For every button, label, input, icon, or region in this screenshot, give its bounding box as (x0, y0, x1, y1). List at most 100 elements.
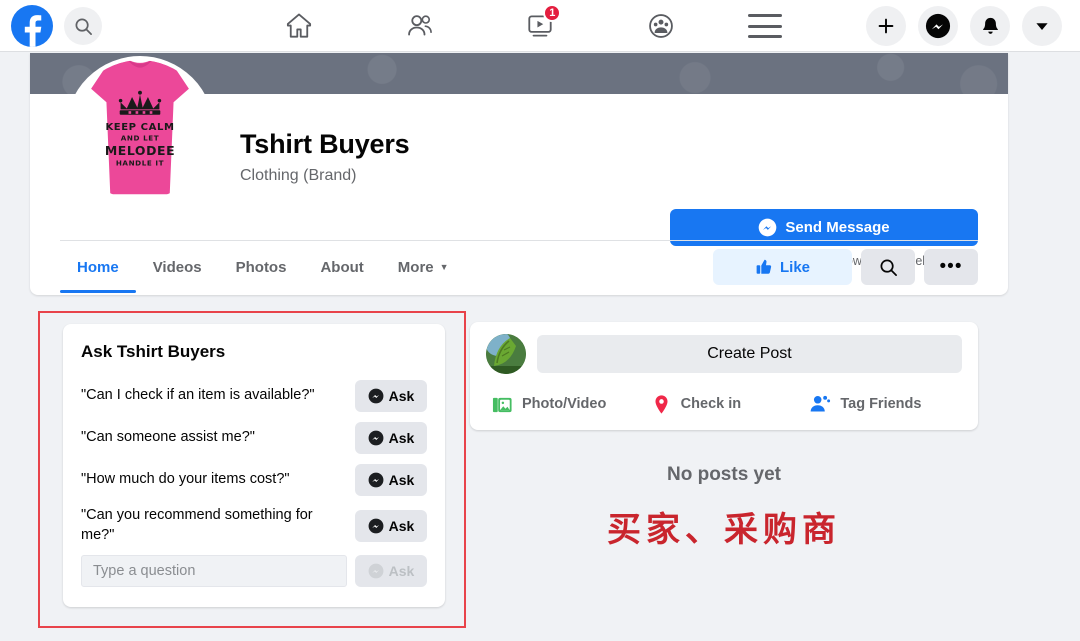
account-menu-button[interactable] (1022, 6, 1062, 46)
send-message-label: Send Message (785, 219, 890, 236)
ask-question-text: "Can you recommend something for me?" (81, 507, 313, 543)
ask-button-label: Ask (388, 472, 415, 488)
ellipsis-icon: ••• (939, 256, 963, 278)
tab-videos[interactable]: Videos (136, 241, 219, 293)
top-navigation-bar: 1 (0, 0, 1080, 52)
ask-card-title: Ask Tshirt Buyers (81, 342, 226, 361)
nav-groups[interactable] (632, 2, 690, 50)
messenger-icon (925, 13, 951, 39)
home-icon (286, 13, 312, 38)
nav-home[interactable] (270, 2, 328, 50)
messenger-icon (759, 218, 777, 237)
messenger-icon (368, 563, 384, 579)
ask-question-input[interactable] (81, 555, 347, 588)
chevron-down-icon (1036, 23, 1048, 30)
ask-submit-label: Ask (388, 563, 415, 580)
feed-column: Create Post Photo/Video Check in Tag Fri… (470, 322, 978, 551)
page-tabs-row: Home Videos Photos About More ▼ Like ••• (60, 240, 978, 295)
tab-photos[interactable]: Photos (219, 241, 304, 293)
create-post-input[interactable]: Create Post (537, 335, 962, 373)
menu-button[interactable] (748, 14, 782, 38)
page-more-options-button[interactable]: ••• (924, 249, 978, 285)
page-tabs: Home Videos Photos About More ▼ (60, 241, 466, 296)
location-pin-icon (655, 394, 668, 414)
create-button[interactable] (866, 6, 906, 46)
nav-watch[interactable]: 1 (511, 2, 569, 50)
create-post-top-row: Create Post (486, 334, 962, 374)
ask-page-card: Ask Tshirt Buyers "Can I check if an ite… (63, 324, 445, 608)
tab-about[interactable]: About (303, 241, 380, 293)
tab-videos-label: Videos (152, 258, 202, 276)
hamburger-menu-icon (748, 14, 782, 17)
ask-button[interactable]: Ask (355, 509, 427, 542)
photo-video-label: Photo/Video (522, 396, 607, 412)
ask-question-row: "Can someone assist me?" Ask (81, 422, 427, 454)
messenger-icon (368, 430, 384, 446)
messenger-icon (368, 518, 384, 533)
tab-about-label: About (320, 258, 364, 276)
ask-question-row: "How much do your items cost?" Ask (81, 464, 427, 496)
ask-button[interactable]: Ask (355, 380, 427, 412)
ask-button-label: Ask (388, 430, 415, 446)
thumbs-up-icon (756, 259, 772, 274)
photo-video-icon (492, 397, 512, 412)
ask-question-row: "Can I check if an item is available?" A… (81, 380, 427, 412)
page-header-card: KEEP CALM AND LET MELODEE HANDLE IT Tshi… (30, 53, 1008, 295)
ask-button[interactable]: Ask (355, 464, 427, 496)
page-search-button[interactable] (861, 249, 915, 285)
tab-home[interactable]: Home (60, 241, 136, 293)
tab-more[interactable]: More ▼ (381, 241, 466, 293)
create-post-placeholder: Create Post (707, 345, 792, 362)
facebook-logo[interactable] (11, 5, 53, 47)
search-icon (75, 18, 92, 35)
no-posts-message: No posts yet (666, 464, 782, 485)
check-in-button[interactable]: Check in (645, 388, 804, 420)
messenger-icon (368, 388, 384, 404)
messenger-button[interactable] (918, 6, 958, 46)
page-title: Tshirt Buyers (240, 129, 410, 159)
like-button[interactable]: Like (713, 249, 852, 285)
tag-friends-label: Tag Friends (840, 396, 922, 412)
page-category: Clothing (Brand) (240, 167, 357, 184)
content-columns: Ask Tshirt Buyers "Can I check if an ite… (30, 310, 1008, 641)
ask-question-row: "Can you recommend something for me?" As… (81, 506, 427, 545)
friends-icon (407, 15, 432, 36)
tab-photos-label: Photos (235, 258, 287, 276)
ask-question-text: "Can someone assist me?" (81, 429, 255, 446)
main-nav-icons: 1 (270, 0, 690, 52)
user-avatar[interactable] (486, 334, 526, 374)
page-avatar[interactable]: KEEP CALM AND LET MELODEE HANDLE IT (66, 56, 214, 204)
ask-button-label: Ask (388, 388, 415, 404)
account-actions (866, 6, 1062, 46)
create-post-actions: Photo/Video Check in Tag Friends (486, 388, 962, 420)
svg-text:MELODEE: MELODEE (105, 143, 175, 158)
profile-row: KEEP CALM AND LET MELODEE HANDLE IT Tshi… (30, 56, 1008, 268)
groups-icon (649, 14, 673, 38)
messenger-icon (368, 472, 384, 488)
ask-question-text: "Can I check if an item is available?" (81, 387, 315, 404)
tag-friends-icon (810, 395, 831, 412)
photo-video-button[interactable]: Photo/Video (486, 388, 645, 420)
plus-icon (878, 18, 894, 34)
svg-text:KEEP CALM: KEEP CALM (105, 122, 174, 133)
ask-input-row: Ask (81, 555, 427, 588)
like-label: Like (779, 258, 810, 276)
ask-button[interactable]: Ask (355, 422, 427, 454)
search-icon (880, 259, 897, 276)
page-body: Ask Tshirt Buyers "Can I check if an ite… (0, 310, 1080, 641)
tab-home-label: Home (77, 258, 119, 276)
page-action-buttons: Like ••• (713, 249, 978, 285)
bell-icon (982, 17, 998, 34)
svg-text:HANDLE IT: HANDLE IT (116, 158, 164, 167)
ask-submit-button-disabled: Ask (355, 555, 427, 588)
create-post-card: Create Post Photo/Video Check in Tag Fri… (470, 322, 978, 430)
tab-more-label: More (397, 258, 434, 276)
svg-text:AND LET: AND LET (121, 134, 159, 143)
annotation-chinese-text: 买家、采购商 (607, 510, 841, 550)
nav-friends[interactable] (391, 2, 449, 50)
tag-friends-button[interactable]: Tag Friends (803, 388, 962, 420)
ask-button-label: Ask (388, 517, 415, 534)
notifications-button[interactable] (970, 6, 1010, 46)
search-button[interactable] (64, 7, 102, 45)
ask-question-text: "How much do your items cost?" (81, 471, 290, 488)
